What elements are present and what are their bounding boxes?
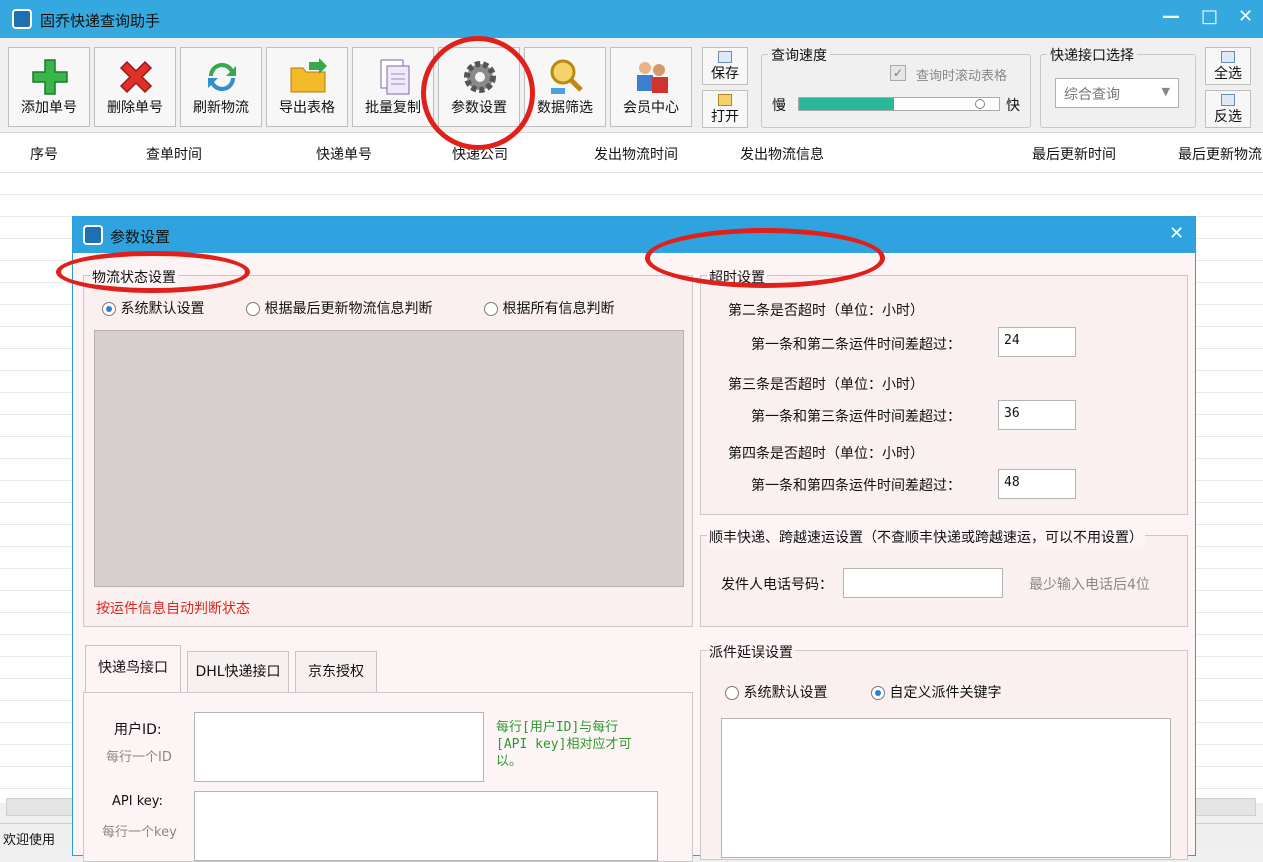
tab-dhl[interactable]: DHL快递接口 xyxy=(187,651,289,693)
radio-delay-custom[interactable]: 自定义派件关键字 xyxy=(871,682,1001,702)
annotation-circle-settings-button xyxy=(421,36,535,150)
radio-button[interactable] xyxy=(871,686,885,700)
api-select-dropdown[interactable]: 综合查询 ▼ xyxy=(1055,78,1179,108)
toolbar: 添加单号 删除单号 刷新物流 导出表格 批量复制 参数设置 数据筛选 会员中心 … xyxy=(0,38,1263,133)
members-icon xyxy=(637,62,668,93)
data-filter-button[interactable]: 数据筛选 xyxy=(524,47,606,127)
settings-dialog: 参数设置 ✕ 物流状态设置 系统默认设置 根据最后更新物流信息判断 根据所有信息… xyxy=(72,216,1196,862)
invert-selection-icon xyxy=(1221,94,1235,106)
dialog-close-icon[interactable]: ✕ xyxy=(1169,223,1184,244)
chevron-down-icon: ▼ xyxy=(1161,85,1170,98)
magnifier-filter-icon xyxy=(550,59,583,94)
api-key-textarea[interactable] xyxy=(194,791,658,861)
column-header[interactable]: 最后更新时间 xyxy=(1032,144,1116,164)
column-header[interactable]: 最后更新物流 xyxy=(1178,144,1263,164)
folder-export-icon xyxy=(290,58,327,93)
add-number-button[interactable]: 添加单号 xyxy=(8,47,90,127)
column-header[interactable]: 序号 xyxy=(30,144,58,164)
dialog-titlebar: 参数设置 ✕ xyxy=(73,217,1195,253)
export-table-button[interactable]: 导出表格 xyxy=(266,47,348,127)
scroll-table-checkbox[interactable]: ✓ xyxy=(890,65,906,81)
radio-button[interactable] xyxy=(725,686,739,700)
radio-by-last-update[interactable]: 根据最后更新物流信息判断 xyxy=(246,298,432,318)
delete-number-button[interactable]: 删除单号 xyxy=(94,47,176,127)
open-folder-icon xyxy=(718,94,732,106)
speed-slider[interactable] xyxy=(798,97,1000,111)
add-plus-icon xyxy=(32,59,68,95)
radio-button[interactable] xyxy=(484,302,498,316)
minimize-icon[interactable]: — xyxy=(1162,6,1180,27)
delay-keywords-textarea[interactable] xyxy=(721,718,1171,858)
delete-x-icon xyxy=(119,60,153,94)
kdn-tab-panel: 用户ID: 每行一个ID 每行[用户ID]与每行[API key]相对应才可以。… xyxy=(83,692,693,862)
column-header[interactable]: 发出物流信息 xyxy=(740,144,824,164)
save-icon xyxy=(718,51,732,63)
copy-pages-icon xyxy=(380,59,410,95)
annotation-circle-timeout-title xyxy=(645,228,885,288)
refresh-icon xyxy=(208,62,236,92)
member-center-button[interactable]: 会员中心 xyxy=(610,47,692,127)
radio-by-all-info[interactable]: 根据所有信息判断 xyxy=(484,298,614,318)
window-title: 固乔快递查询助手 xyxy=(40,12,161,30)
dialog-title: 参数设置 xyxy=(110,228,171,246)
invert-selection-button[interactable]: 反选 xyxy=(1205,90,1251,128)
logistics-status-panel: 物流状态设置 系统默认设置 根据最后更新物流信息判断 根据所有信息判断 按运件信… xyxy=(83,267,693,627)
api-select-group: 快递接口选择 综合查询 ▼ xyxy=(1040,45,1196,128)
sender-phone-input[interactable] xyxy=(843,568,1003,598)
select-all-button[interactable]: 全选 xyxy=(1205,47,1251,85)
radio-button[interactable] xyxy=(102,302,116,316)
logistics-rules-box[interactable] xyxy=(94,330,684,587)
query-speed-group: 查询速度 ✓ 查询时滚动表格 慢 快 xyxy=(761,45,1031,128)
tab-kdn[interactable]: 快递鸟接口 xyxy=(85,645,181,693)
select-all-icon xyxy=(1221,51,1235,63)
annotation-circle-logistics-title xyxy=(56,251,250,293)
timeout-third-input[interactable]: 36 xyxy=(998,400,1076,430)
column-header[interactable]: 发出物流时间 xyxy=(594,144,678,164)
grid-header: 序号 查单时间 快递单号 快递公司 发出物流时间 发出物流信息 最后更新时间 最… xyxy=(0,133,1263,173)
timeout-second-input[interactable]: 24 xyxy=(998,327,1076,357)
save-button[interactable]: 保存 xyxy=(702,47,748,85)
column-header[interactable]: 查单时间 xyxy=(146,144,202,164)
open-button[interactable]: 打开 xyxy=(702,90,748,128)
radio-button[interactable] xyxy=(246,302,260,316)
radio-system-default[interactable]: 系统默认设置 xyxy=(102,298,204,318)
close-icon[interactable]: ✕ xyxy=(1238,6,1253,27)
app-logo-icon xyxy=(12,9,32,29)
column-header[interactable]: 快递单号 xyxy=(316,144,372,164)
maximize-icon[interactable]: □ xyxy=(1201,6,1218,27)
tab-jd[interactable]: 京东授权 xyxy=(295,651,377,693)
radio-delay-default[interactable]: 系统默认设置 xyxy=(725,682,827,702)
delivery-delay-panel: 派件延误设置 系统默认设置 自定义派件关键字 xyxy=(700,642,1188,860)
timeout-fourth-input[interactable]: 48 xyxy=(998,469,1076,499)
timeout-settings-panel: 超时设置 第二条是否超时（单位：小时） 第一条和第二条运件时间差超过： 24 第… xyxy=(700,267,1188,515)
user-id-textarea[interactable] xyxy=(194,712,484,782)
refresh-logistics-button[interactable]: 刷新物流 xyxy=(180,47,262,127)
sf-settings-panel: 顺丰快递、跨越速运设置（不查顺丰快递或跨越速运，可以不用设置） 发件人电话号码：… xyxy=(700,527,1188,627)
window-titlebar: 固乔快递查询助手 — □ ✕ xyxy=(0,0,1263,38)
app-logo-icon xyxy=(83,225,103,245)
